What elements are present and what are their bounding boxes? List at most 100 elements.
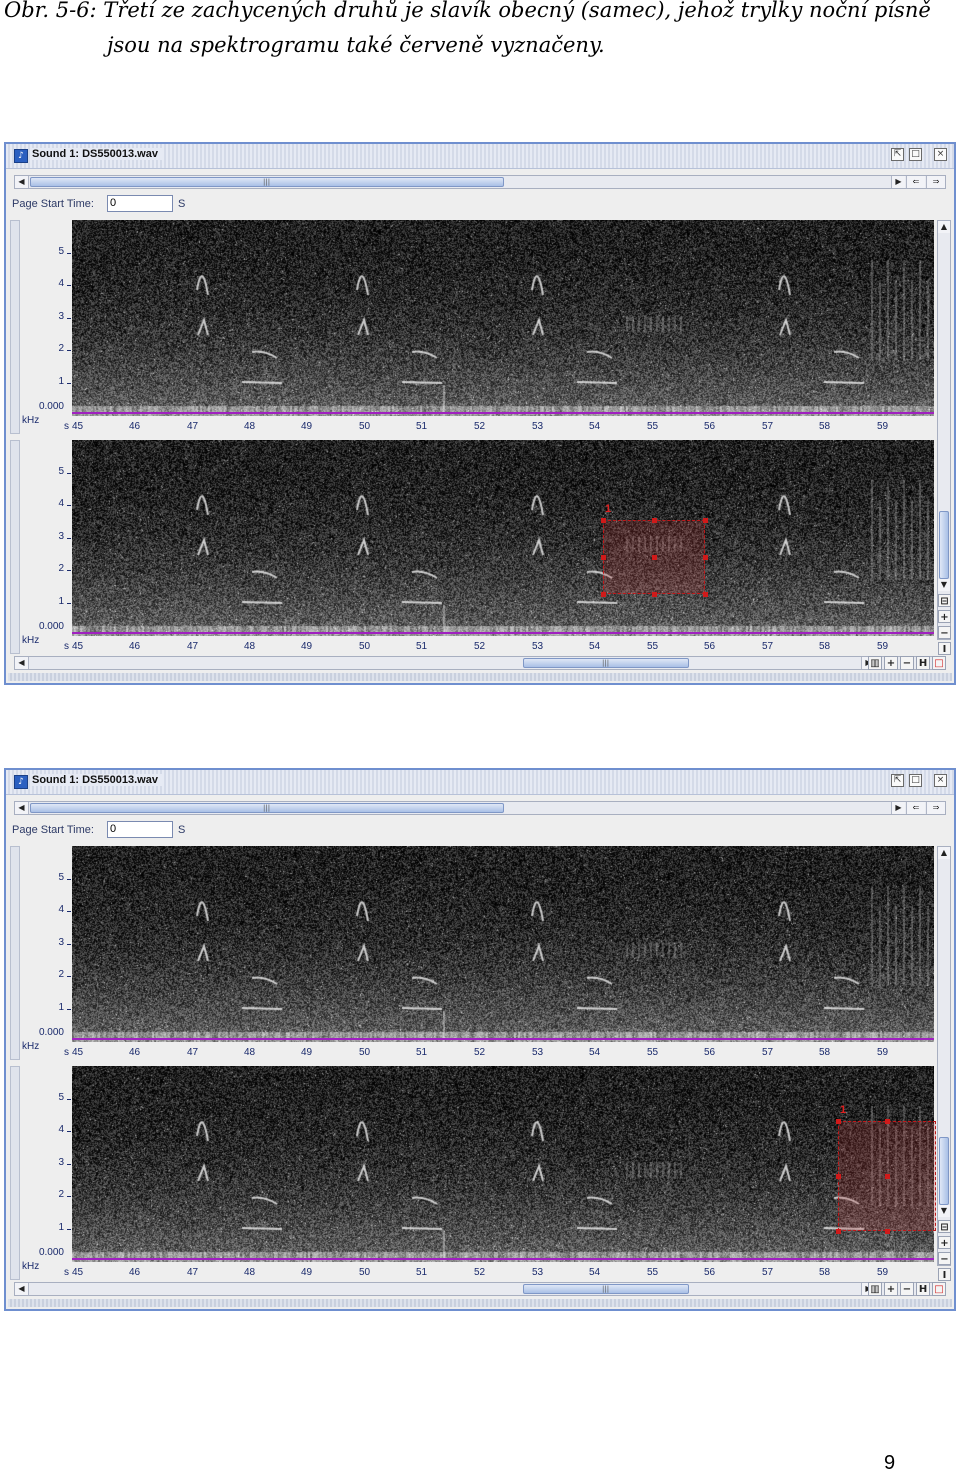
- scroll-left-arrow-icon[interactable]: ◀: [15, 176, 29, 188]
- restore-window-button[interactable]: ⇱: [891, 148, 904, 161]
- selection-handle[interactable]: [885, 1119, 890, 1124]
- page-start-time-unit: S: [178, 198, 186, 210]
- frequency-tick-label: 1: [58, 376, 64, 387]
- scroll-left-arrow-icon[interactable]: ◀: [15, 1283, 29, 1295]
- frequency-zero-label: 0.000: [38, 621, 64, 632]
- time-tick-label: 52: [474, 1047, 486, 1058]
- selection-handle[interactable]: [703, 518, 708, 523]
- selection-handle[interactable]: [703, 592, 708, 597]
- window-title-bar[interactable]: ♪ Sound 1: DS550013.wav ⇱ □ ×: [6, 144, 954, 169]
- close-window-button[interactable]: ×: [934, 774, 947, 787]
- frequency-tick-label: 4: [58, 498, 64, 509]
- time-tick-label: 48: [244, 1047, 256, 1058]
- spectrogram-canvas: [72, 440, 934, 636]
- view-columns-icon[interactable]: ▥: [868, 656, 882, 670]
- frequency-zero-label: 0.000: [38, 1247, 64, 1258]
- zoom-in-time-icon[interactable]: +: [884, 656, 898, 670]
- frequency-tick-mark: [67, 570, 71, 571]
- time-tick-label: 59: [877, 641, 889, 652]
- time-tick-label: 52: [474, 1267, 486, 1278]
- selection-handle[interactable]: [652, 555, 657, 560]
- frequency-tick-mark: [67, 603, 71, 604]
- scroll-right-arrow-icon[interactable]: ▶: [891, 802, 905, 814]
- page-scroll-thumb[interactable]: |||: [30, 177, 504, 187]
- vertical-scroll-thumb[interactable]: [939, 511, 949, 579]
- time-tick-label: 54: [589, 1267, 601, 1278]
- frequency-tick-mark: [67, 1196, 71, 1197]
- spectrogram-canvas: [72, 220, 934, 416]
- zoom-out-icon[interactable]: −: [938, 626, 951, 639]
- time-tick-label: 58: [819, 421, 831, 432]
- selection-handle[interactable]: [836, 1174, 841, 1179]
- page-scrollbar[interactable]: ◀ ||| ▶ ⇐ ⇒: [14, 801, 946, 815]
- zoom-out-time-icon[interactable]: −: [900, 1282, 914, 1296]
- maximize-window-button[interactable]: □: [909, 148, 922, 161]
- time-scrollbar[interactable]: ◀|||▶: [14, 656, 946, 670]
- frequency-tick-mark: [67, 1229, 71, 1230]
- selection-handle[interactable]: [652, 518, 657, 523]
- close-window-button[interactable]: ×: [934, 148, 947, 161]
- fit-time-icon[interactable]: H: [916, 656, 930, 670]
- time-scrollbar[interactable]: ◀|||▶: [14, 1282, 946, 1296]
- scroll-down-arrow-icon[interactable]: ▼: [938, 579, 950, 591]
- time-unit-label: s: [64, 1267, 69, 1278]
- fit-vertical-icon[interactable]: I: [938, 642, 951, 655]
- zoom-in-time-icon[interactable]: +: [884, 1282, 898, 1296]
- selection-handle[interactable]: [601, 518, 606, 523]
- restore-window-button[interactable]: ⇱: [891, 774, 904, 787]
- time-tick-label: 58: [819, 1267, 831, 1278]
- scroll-left-arrow-icon[interactable]: ◀: [15, 802, 29, 814]
- page-scrollbar[interactable]: ◀ ||| ▶ ⇐ ⇒: [14, 175, 946, 189]
- scroll-left-arrow-icon[interactable]: ◀: [15, 657, 29, 669]
- scroll-right-arrow-icon[interactable]: ▶: [891, 176, 905, 188]
- page-start-time-input[interactable]: 0: [107, 821, 173, 838]
- window-status-bar: [8, 673, 952, 681]
- frequency-tick-mark: [67, 976, 71, 977]
- expand-icon[interactable]: ⊟: [938, 594, 951, 607]
- selection-handle[interactable]: [885, 1174, 890, 1179]
- selection-color-icon[interactable]: □: [932, 656, 946, 670]
- time-scroll-thumb[interactable]: |||: [523, 1284, 689, 1294]
- previous-page-icon[interactable]: ⇐: [906, 802, 925, 814]
- frequency-tick-label: 3: [58, 1157, 64, 1168]
- zoom-out-time-icon[interactable]: −: [900, 656, 914, 670]
- spectrogram-image: [72, 220, 934, 416]
- vertical-scrollbar[interactable]: ▲ ▼: [937, 846, 951, 1266]
- page-start-time-input[interactable]: 0: [107, 195, 173, 212]
- zoom-in-icon[interactable]: +: [938, 610, 951, 623]
- selection-color-icon[interactable]: □: [932, 1282, 946, 1296]
- selection-handle[interactable]: [601, 592, 606, 597]
- zoom-in-icon[interactable]: +: [938, 1236, 951, 1249]
- vertical-scrollbar[interactable]: ▲ ▼: [937, 220, 951, 640]
- frequency-tick-label: 2: [58, 969, 64, 980]
- zoom-out-icon[interactable]: −: [938, 1252, 951, 1265]
- next-page-icon[interactable]: ⇒: [926, 802, 945, 814]
- frequency-tick-label: 5: [58, 246, 64, 257]
- selection-handle[interactable]: [703, 555, 708, 560]
- selection-handle[interactable]: [836, 1229, 841, 1234]
- scroll-up-arrow-icon[interactable]: ▲: [938, 221, 950, 233]
- window-title-bar[interactable]: ♪ Sound 1: DS550013.wav ⇱ □ ×: [6, 770, 954, 795]
- selection-handle[interactable]: [885, 1229, 890, 1234]
- page-start-time-unit: S: [178, 824, 186, 836]
- fit-time-icon[interactable]: H: [916, 1282, 930, 1296]
- view-columns-icon[interactable]: ▥: [868, 1282, 882, 1296]
- page-scroll-thumb[interactable]: |||: [30, 803, 504, 813]
- expand-icon[interactable]: ⊟: [938, 1220, 951, 1233]
- time-tick-label: 52: [474, 421, 486, 432]
- scroll-down-arrow-icon[interactable]: ▼: [938, 1205, 950, 1217]
- vertical-scroll-thumb[interactable]: [939, 1137, 949, 1205]
- maximize-window-button[interactable]: □: [909, 774, 922, 787]
- selection-label: 1: [840, 1104, 847, 1116]
- selection-handle[interactable]: [601, 555, 606, 560]
- time-axis-line: [72, 632, 934, 634]
- previous-page-icon[interactable]: ⇐: [906, 176, 925, 188]
- selection-handle[interactable]: [836, 1119, 841, 1124]
- scroll-up-arrow-icon[interactable]: ▲: [938, 847, 950, 859]
- next-page-icon[interactable]: ⇒: [926, 176, 945, 188]
- frequency-tick-mark: [67, 285, 71, 286]
- frequency-tick-mark: [67, 538, 71, 539]
- time-scroll-thumb[interactable]: |||: [523, 658, 689, 668]
- fit-vertical-icon[interactable]: I: [938, 1268, 951, 1281]
- selection-handle[interactable]: [652, 592, 657, 597]
